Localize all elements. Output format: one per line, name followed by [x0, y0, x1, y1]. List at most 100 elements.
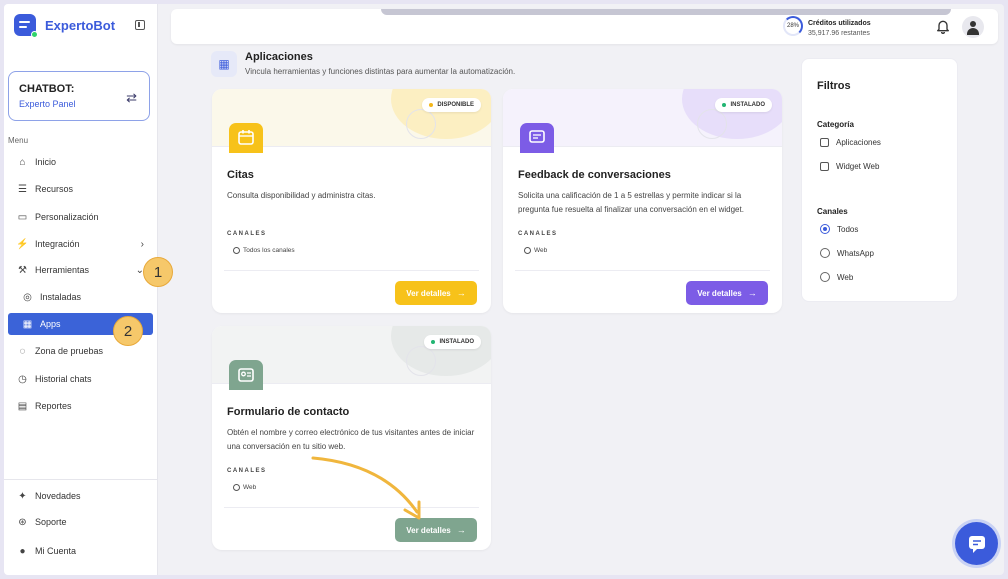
app-card-formulario: INSTALADO Formulario de contacto Obtén e…: [212, 326, 491, 550]
sidebar-item-label: Soporte: [35, 517, 67, 527]
sidebar-item-label: Novedades: [35, 491, 81, 501]
grid-icon: ▦: [22, 318, 33, 330]
sidebar-item-label: Mi Cuenta: [35, 546, 77, 556]
channels-value: Web: [524, 247, 547, 254]
sidebar-item-inicio[interactable]: ⌂ Inicio: [8, 151, 153, 173]
sidebar-item-label: Instaladas: [40, 292, 82, 302]
database-icon: ☰: [18, 183, 27, 195]
filter-category-aplicaciones[interactable]: Aplicaciones: [820, 138, 881, 147]
status-badge: INSTALADO: [715, 98, 772, 112]
sidebar-divider: [4, 479, 158, 480]
channels-filter-label: Canales: [817, 207, 848, 216]
app-name: ExpertoBot: [45, 17, 116, 33]
sidebar-item-label: Inicio: [35, 157, 57, 167]
credits-title: Créditos utilizados: [808, 20, 871, 27]
annotation-step-2: 2: [113, 316, 143, 346]
history-icon: ◷: [18, 373, 27, 385]
app-frame: ExpertoBot CHATBOT: Experto Panel ⇄ Menu…: [4, 4, 1004, 575]
sidebar-item-soporte[interactable]: ⊛ Soporte: [8, 511, 153, 533]
sidebar-item-label: Recursos: [35, 184, 74, 194]
sidebar-item-mi-cuenta[interactable]: ● Mi Cuenta: [8, 540, 153, 562]
card-description: Solicita una calificación de 1 a 5 estre…: [518, 191, 744, 214]
sidebar-item-personalizacion[interactable]: ▭ Personalización: [8, 206, 153, 228]
sidebar-item-novedades[interactable]: ✦ Novedades: [8, 485, 153, 507]
sidebar-item-label: Herramientas: [35, 265, 90, 275]
sidebar-item-label: Historial chats: [35, 374, 92, 384]
category-label: Categoría: [817, 120, 854, 129]
filter-channel-web[interactable]: Web: [820, 272, 853, 282]
calendar-icon: [229, 123, 263, 153]
filters-panel: Filtros Categoría Aplicaciones Widget We…: [801, 58, 958, 302]
ver-detalles-button[interactable]: Ver detalles →: [395, 281, 477, 305]
bell-icon[interactable]: [935, 18, 951, 34]
filter-channel-whatsapp[interactable]: WhatsApp: [820, 248, 874, 258]
user-icon: ●: [19, 545, 26, 557]
sidebar-item-recursos[interactable]: ☰ Recursos: [8, 178, 153, 200]
apps-grid-icon: ▦: [211, 51, 237, 77]
page-title: Aplicaciones: [245, 51, 313, 63]
credits-remaining: 35,917.96 restantes: [808, 30, 870, 37]
menu-label: Menu: [8, 136, 29, 145]
radio[interactable]: [820, 248, 830, 258]
ver-detalles-button[interactable]: Ver detalles →: [395, 518, 477, 542]
filter-category-widget-web[interactable]: Widget Web: [820, 162, 879, 171]
card-title: Citas: [227, 169, 254, 181]
arrow-right-icon: →: [747, 288, 757, 298]
sidebar-item-integracion[interactable]: ⚡ Integración ›: [8, 233, 153, 255]
chevron-right-icon: ›: [140, 238, 144, 250]
sidebar-item-label: Reportes: [35, 401, 72, 411]
radio[interactable]: [820, 272, 830, 282]
filter-channel-todos[interactable]: Todos: [820, 224, 858, 234]
feedback-icon: [520, 123, 554, 153]
globe-icon: [233, 484, 240, 491]
logo-icon: [14, 14, 38, 38]
wrench-icon: ⚒: [18, 264, 27, 276]
checkbox[interactable]: [820, 162, 829, 171]
home-icon: ⌂: [19, 156, 26, 168]
sidebar-item-instaladas[interactable]: ◎ Instaladas: [8, 286, 153, 308]
sidebar-item-historial-chats[interactable]: ◷ Historial chats: [8, 368, 153, 390]
chatbot-label: CHATBOT:: [19, 83, 75, 95]
app-card-feedback: INSTALADO Feedback de conversaciones Sol…: [503, 89, 782, 313]
sidebar-item-reportes[interactable]: ▤ Reportes: [8, 395, 153, 417]
arrow-right-icon: →: [456, 525, 466, 535]
channels-label: CANALES: [518, 231, 558, 237]
channels-value: Todos los canales: [233, 247, 295, 254]
clipboard-icon: ▤: [17, 400, 28, 412]
chatbot-selector[interactable]: CHATBOT: Experto Panel ⇄: [8, 71, 150, 121]
card-title: Formulario de contacto: [227, 406, 350, 418]
credits-progress-ring: 28%: [783, 16, 803, 36]
topbar: 28% Créditos utilizados 35,917.96 restan…: [171, 9, 998, 44]
globe-icon: [233, 247, 240, 254]
chat-launcher-button[interactable]: [955, 522, 998, 565]
checkbox[interactable]: [820, 138, 829, 147]
arrow-right-icon: →: [456, 288, 466, 298]
sidebar-item-label: Personalización: [35, 212, 99, 222]
lifebuoy-icon: ⊛: [18, 516, 27, 528]
topbar-shadow: [381, 9, 951, 15]
sidebar-collapse-icon[interactable]: [135, 20, 145, 30]
user-avatar[interactable]: [962, 16, 984, 38]
chatbot-name: Experto Panel: [19, 99, 76, 109]
radio-selected[interactable]: [820, 224, 830, 234]
card-title: Feedback de conversaciones: [518, 169, 671, 181]
filters-title: Filtros: [817, 80, 851, 92]
sidebar-item-herramientas[interactable]: ⚒ Herramientas ⌄: [8, 259, 153, 281]
card-description: Consulta disponibilidad y administra cit…: [227, 191, 376, 200]
page-subtitle: Vincula herramientas y funciones distint…: [245, 67, 516, 76]
sidebar-item-label: Apps: [40, 319, 61, 329]
swap-icon[interactable]: ⇄: [126, 90, 137, 106]
globe-icon: [524, 247, 531, 254]
card-description: Obtén el nombre y correo electrónico de …: [227, 428, 475, 451]
annotation-step-1: 1: [143, 257, 173, 287]
sidebar-item-label: Zona de pruebas: [35, 346, 104, 356]
chat-icon: [968, 535, 985, 553]
status-badge: INSTALADO: [424, 335, 481, 349]
chat-icon: ▭: [17, 211, 28, 223]
channels-value: Web: [233, 484, 256, 491]
sidebar: ExpertoBot CHATBOT: Experto Panel ⇄ Menu…: [4, 4, 158, 575]
ver-detalles-button[interactable]: Ver detalles →: [686, 281, 768, 305]
plug-icon: ⚡: [16, 238, 29, 250]
logo[interactable]: ExpertoBot: [14, 14, 116, 38]
channels-label: CANALES: [227, 231, 267, 237]
